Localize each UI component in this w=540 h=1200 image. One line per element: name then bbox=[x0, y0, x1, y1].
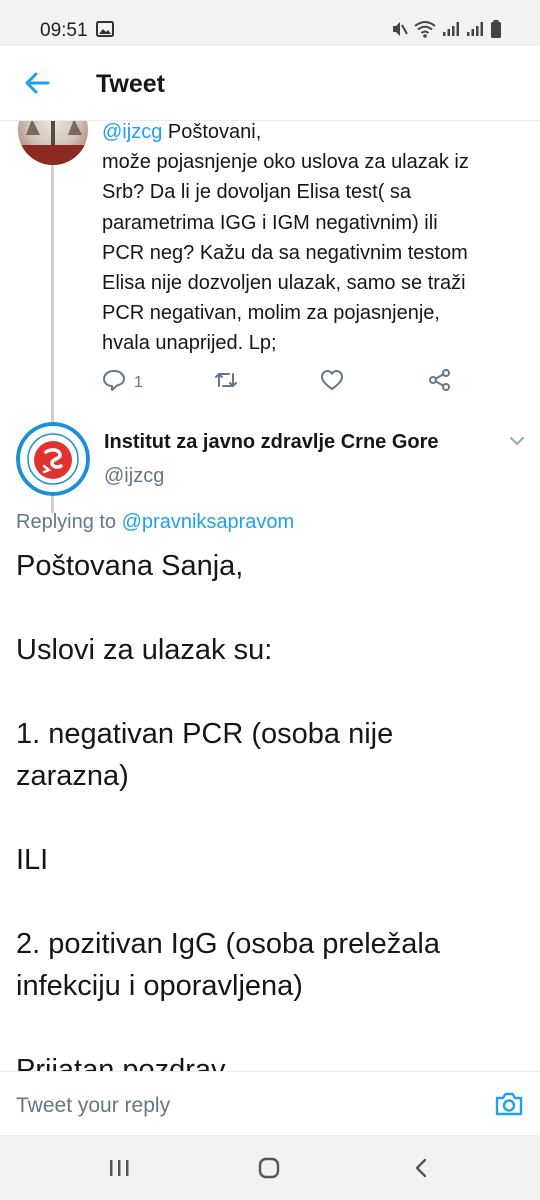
wifi-icon bbox=[414, 20, 436, 43]
tweet-paragraph: Poštovana Sanja, bbox=[16, 550, 244, 582]
signal-icon-2 bbox=[466, 21, 484, 42]
page-title: Tweet bbox=[96, 70, 165, 98]
tweet-line: Srb? Da li je dovoljan Elisa test( sa bbox=[102, 181, 412, 204]
mention-link[interactable]: @ijzcg bbox=[102, 121, 162, 143]
retweet-button[interactable] bbox=[214, 369, 238, 396]
replying-mention-link[interactable]: @pravniksapravom bbox=[122, 511, 295, 533]
like-button[interactable] bbox=[320, 369, 344, 396]
author-name[interactable]: Institut za javno zdravlje Crne Gore bbox=[104, 431, 439, 454]
tweet-paragraph: Prijatan pozdrav bbox=[16, 1054, 226, 1071]
home-icon[interactable] bbox=[257, 1157, 281, 1184]
reply-composer[interactable]: Tweet your reply bbox=[0, 1071, 540, 1136]
reply-input[interactable]: Tweet your reply bbox=[16, 1094, 170, 1118]
reply-icon bbox=[102, 369, 126, 396]
tweet-line: PCR negativan, molim za pojasnjenje, bbox=[102, 302, 440, 325]
battery-icon bbox=[490, 20, 502, 43]
avatar[interactable] bbox=[18, 121, 88, 165]
tweet-line: može pojasnjenje oko uslova za ulazak iz bbox=[102, 151, 469, 174]
tweet-paragraph: zarazna) bbox=[16, 760, 129, 792]
status-bar: 09:51 bbox=[0, 0, 540, 46]
camera-icon[interactable] bbox=[494, 1091, 524, 1122]
heart-icon bbox=[320, 369, 344, 396]
chevron-down-icon[interactable] bbox=[508, 434, 526, 452]
tweet-thread[interactable]: @ijzcg Poštovani, može pojasnjenje oko u… bbox=[0, 121, 540, 1071]
app-bar: Tweet bbox=[0, 46, 540, 121]
author-handle[interactable]: @ijzcg bbox=[104, 465, 164, 488]
system-nav-bar bbox=[0, 1135, 540, 1200]
reply-count: 1 bbox=[134, 373, 143, 391]
signal-icon bbox=[442, 21, 460, 42]
share-icon bbox=[428, 369, 452, 396]
back-icon[interactable] bbox=[412, 1157, 430, 1184]
share-button[interactable] bbox=[428, 369, 452, 396]
gallery-icon bbox=[96, 21, 114, 42]
recent-apps-icon[interactable] bbox=[108, 1158, 130, 1183]
tweet-actions: 1 bbox=[102, 369, 482, 393]
tweet-paragraph: 1. negativan PCR (osoba nije bbox=[16, 718, 394, 750]
mute-icon bbox=[390, 20, 408, 43]
tweet-line: Elisa nije dozvoljen ulazak, samo se tra… bbox=[102, 272, 466, 295]
tweet-line: parametrima IGG i IGM negativnim) ili bbox=[102, 211, 438, 234]
status-icons bbox=[390, 20, 502, 43]
avatar[interactable] bbox=[16, 422, 90, 496]
tweet-paragraph: ILI bbox=[16, 844, 49, 876]
previous-tweet-text: @ijzcg Poštovani, može pojasnjenje oko u… bbox=[102, 121, 522, 359]
replying-prefix: Replying to bbox=[16, 511, 117, 533]
status-time: 09:51 bbox=[40, 20, 88, 41]
replying-to: Replying to @pravniksapravom bbox=[16, 511, 294, 534]
tweet-paragraph: infekciju i oporavljena) bbox=[16, 970, 303, 1002]
back-arrow-icon[interactable] bbox=[24, 70, 50, 101]
retweet-icon bbox=[214, 369, 238, 396]
tweet-body: Poštovana Sanja, Uslovi za ulazak su: 1.… bbox=[16, 545, 521, 1071]
tweet-line: hvala unaprijed. Lp; bbox=[102, 332, 277, 355]
reply-button[interactable]: 1 bbox=[102, 369, 143, 396]
tweet-paragraph: Uslovi za ulazak su: bbox=[16, 634, 273, 666]
tweet-paragraph: 2. pozitivan IgG (osoba preležala bbox=[16, 928, 440, 960]
tweet-line: PCR neg? Kažu da sa negativnim testom bbox=[102, 241, 468, 264]
tweet-line: Poštovani, bbox=[167, 121, 262, 143]
